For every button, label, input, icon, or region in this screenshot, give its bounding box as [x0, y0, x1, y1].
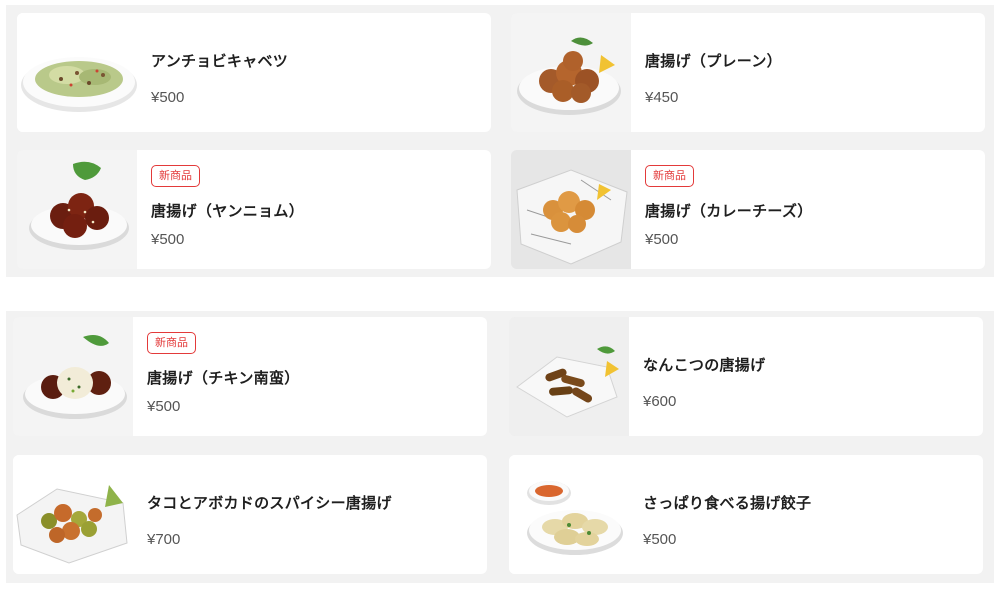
menu-section-2: 新商品 唐揚げ（チキン南蛮） ¥500 なんこつの唐揚げ ¥600 タコとアボカ…: [6, 311, 994, 583]
karaage-plain-plate-image: [511, 13, 631, 132]
item-name: アンチョビキャベツ: [151, 52, 289, 70]
karaage-yangnyeom-plate-image: [17, 150, 137, 269]
new-item-badge: 新商品: [151, 165, 200, 187]
menu-item-card[interactable]: 新商品 唐揚げ（チキン南蛮） ¥500: [13, 317, 487, 436]
item-name: 唐揚げ（プレーン）: [645, 52, 782, 70]
menu-item-card[interactable]: 新商品 唐揚げ（ヤンニョム） ¥500: [17, 150, 491, 269]
karaage-chicken-nanban-plate-image: [13, 317, 133, 436]
menu-item-card[interactable]: 新商品 唐揚げ（カレーチーズ） ¥500: [511, 150, 985, 269]
menu-item-card[interactable]: さっぱり食べる揚げ餃子 ¥500: [509, 455, 983, 574]
menu-section-1: アンチョビキャベツ ¥500 唐揚げ（プレーン） ¥450 新商品 唐揚げ（ヤン…: [6, 5, 994, 277]
item-price: ¥600: [643, 393, 677, 410]
menu-item-card[interactable]: アンチョビキャベツ ¥500: [17, 13, 491, 132]
fried-gyoza-plate-image: [509, 455, 629, 574]
menu-item-card[interactable]: タコとアボカドのスパイシー唐揚げ ¥700: [13, 455, 487, 574]
anchovy-cabbage-plate-image: [17, 13, 137, 132]
new-item-badge: 新商品: [147, 332, 196, 354]
item-price: ¥500: [645, 231, 679, 248]
new-item-badge: 新商品: [645, 165, 694, 187]
item-price: ¥500: [643, 531, 677, 548]
item-name: なんこつの唐揚げ: [643, 356, 766, 374]
item-name: 唐揚げ（ヤンニョム）: [151, 202, 305, 220]
item-price: ¥450: [645, 89, 679, 106]
item-price: ¥500: [151, 89, 185, 106]
item-name: タコとアボカドのスパイシー唐揚げ: [147, 494, 392, 512]
item-price: ¥500: [147, 398, 181, 415]
item-name: 唐揚げ（チキン南蛮）: [147, 369, 300, 387]
nankotsu-karaage-plate-image: [509, 317, 629, 436]
item-price: ¥700: [147, 531, 181, 548]
item-name: 唐揚げ（カレーチーズ）: [645, 202, 813, 220]
octopus-avocado-karaage-image: [13, 455, 133, 574]
menu-item-card[interactable]: 唐揚げ（プレーン） ¥450: [511, 13, 985, 132]
item-name: さっぱり食べる揚げ餃子: [643, 494, 812, 512]
menu-item-card[interactable]: なんこつの唐揚げ ¥600: [509, 317, 983, 436]
item-price: ¥500: [151, 231, 185, 248]
karaage-curry-cheese-basket-image: [511, 150, 631, 269]
